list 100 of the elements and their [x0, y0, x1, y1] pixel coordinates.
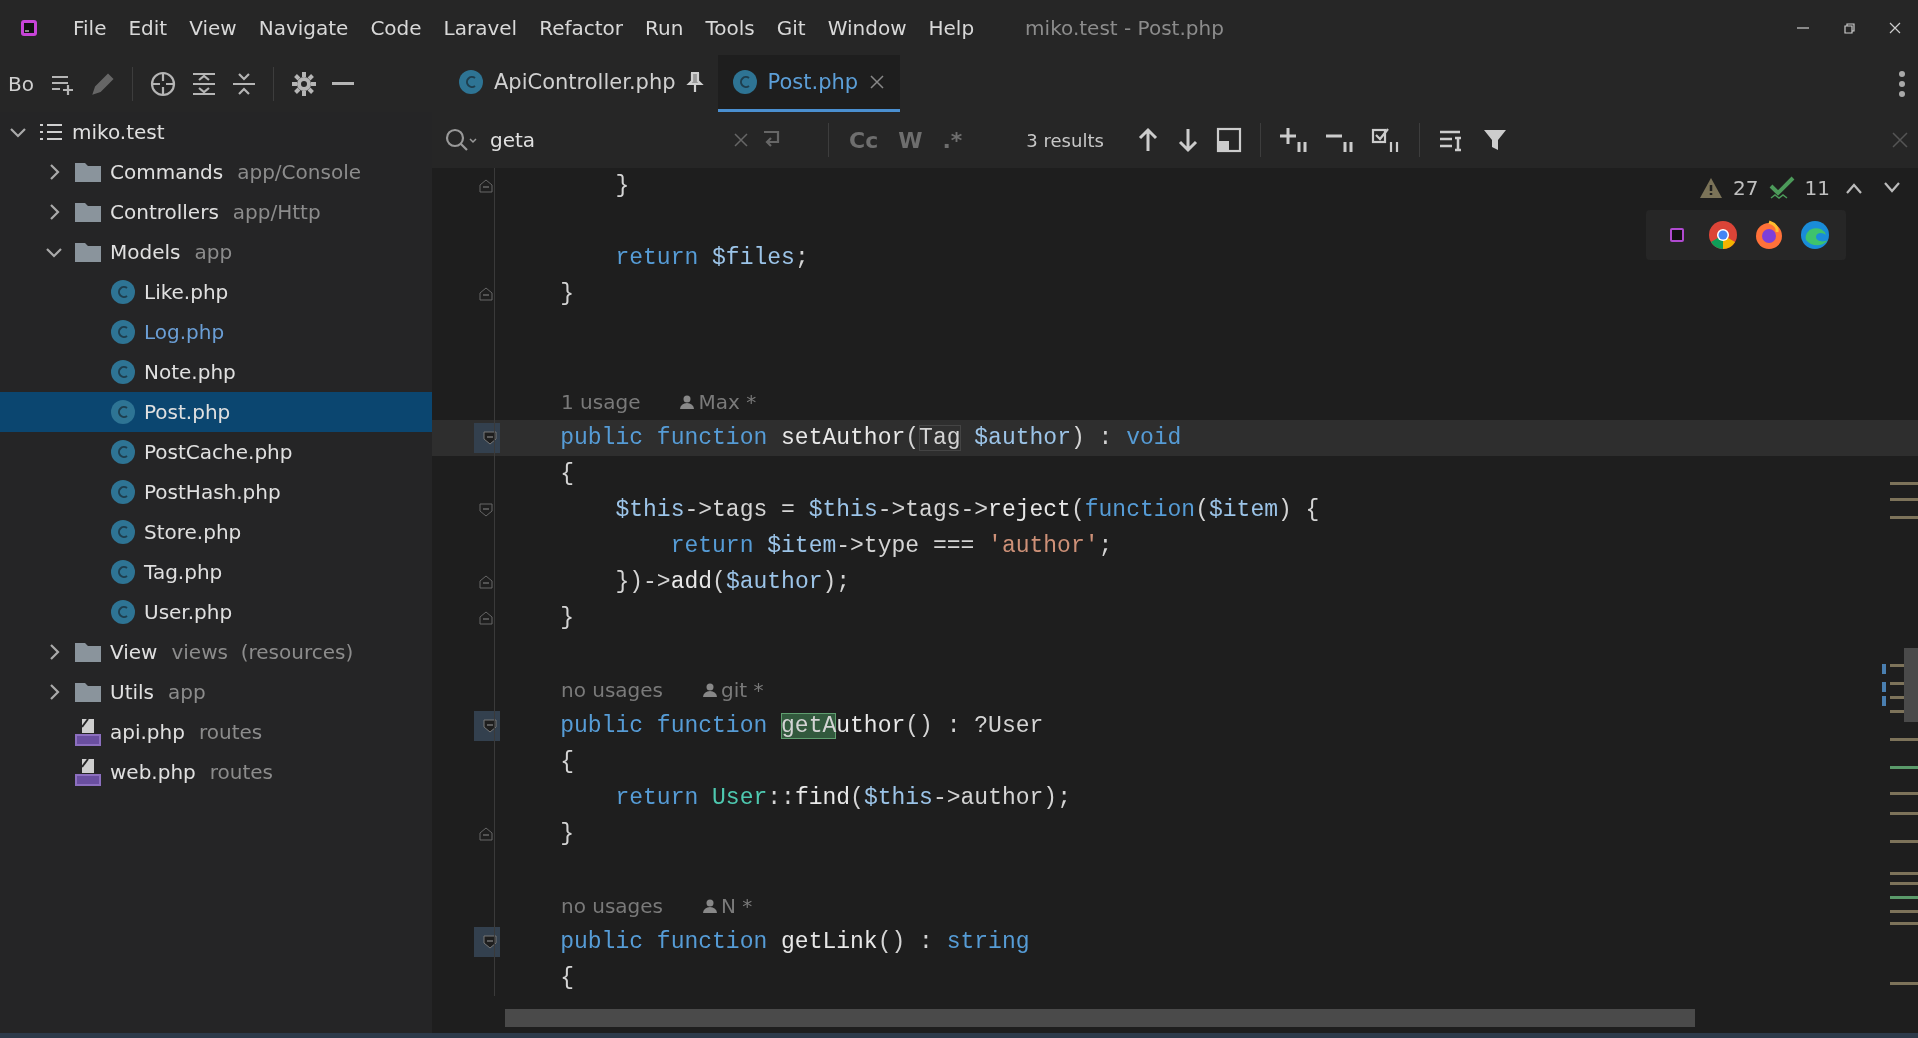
tree-item[interactable]: Controllers app/Http: [0, 192, 432, 232]
tree-item[interactable]: Log.php: [0, 312, 432, 352]
usages-hint[interactable]: no usages: [561, 678, 664, 702]
menu-item[interactable]: Window: [816, 15, 918, 40]
code-line: public function getLink() : string: [432, 924, 1918, 960]
folder-icon: [74, 681, 102, 703]
weak-warning-count[interactable]: 11: [1804, 176, 1830, 200]
restore-icon: [1842, 20, 1856, 35]
pin-icon: [685, 71, 704, 93]
browser-icon[interactable]: [1800, 220, 1830, 250]
person-icon: [680, 395, 695, 409]
scrollbar-thumb[interactable]: [1904, 648, 1918, 722]
settings-icon: [290, 69, 318, 98]
tree-item[interactable]: Models app: [0, 232, 432, 272]
expand-all-icon: [191, 70, 217, 97]
tree-item[interactable]: Like.php: [0, 272, 432, 312]
tree-item[interactable]: Utils app: [0, 672, 432, 712]
tree-item[interactable]: Commands app/Console: [0, 152, 432, 192]
class-icon: [731, 69, 758, 95]
browser-icon[interactable]: [1754, 220, 1784, 250]
file-name: PostHash.php: [144, 480, 281, 504]
code-line: })->add($author);: [432, 564, 1918, 600]
menu-item[interactable]: Refactor: [528, 15, 635, 40]
code-line: {: [432, 744, 1918, 780]
tree-item[interactable]: Note.php: [0, 352, 432, 392]
class-icon: [110, 479, 136, 505]
file-name: web.php: [110, 760, 196, 784]
folder-icon: [74, 241, 102, 263]
list-icon: [38, 121, 64, 143]
minus-icon: [332, 82, 354, 85]
path-hint: routes: [209, 760, 274, 784]
checkbox-cursor-icon: [1370, 126, 1401, 154]
menu-item[interactable]: Edit: [117, 15, 179, 40]
warning-icon: [1699, 177, 1724, 199]
code-line: }: [432, 600, 1918, 636]
path-hint: views (resources): [171, 640, 354, 664]
person-icon: [703, 683, 718, 697]
collapse-all-icon: [231, 70, 257, 97]
class-icon: [110, 279, 136, 305]
code-line: }: [432, 816, 1918, 852]
tree-item[interactable]: View views (resources): [0, 632, 432, 672]
tree-item[interactable]: User.php: [0, 592, 432, 632]
tree-item[interactable]: PostHash.php: [0, 472, 432, 512]
menu-item[interactable]: Help: [917, 15, 986, 40]
code-line: $this->tags = $this->tags->reject(function($item) {: [432, 492, 1918, 528]
menu-item[interactable]: Laravel: [432, 15, 529, 40]
class-icon: [110, 359, 136, 385]
fold-icon[interactable]: [483, 431, 497, 445]
app-logo-icon: [20, 18, 38, 37]
more-icon: [1898, 69, 1906, 98]
usages-hint[interactable]: 1 usage: [561, 390, 641, 414]
php-file-icon: [74, 717, 102, 747]
class-icon: [110, 399, 136, 425]
class-icon: [110, 559, 136, 585]
code-line: return User::find($this->author);: [432, 780, 1918, 816]
editor-tab[interactable]: ApiController.php: [444, 55, 718, 112]
tree-item[interactable]: api.php routes: [0, 712, 432, 752]
search-field[interactable]: geta: [488, 127, 722, 153]
file-name: View: [110, 640, 158, 664]
class-icon: [110, 439, 136, 465]
fold-icon[interactable]: [483, 719, 497, 733]
code-line: return $files;: [432, 240, 1918, 276]
close-icon: [1890, 130, 1910, 150]
tree-item[interactable]: web.php routes: [0, 752, 432, 792]
file-name: User.php: [144, 600, 233, 624]
menu-item[interactable]: Git: [765, 15, 817, 40]
path-hint: app/Console: [237, 160, 361, 184]
check-icon: [1768, 176, 1795, 200]
class-icon: [458, 69, 484, 95]
tree-item[interactable]: Tag.php: [0, 552, 432, 592]
close-icon: [868, 73, 887, 91]
folder-icon: [74, 161, 102, 183]
file-name: Commands: [110, 160, 224, 184]
window-icon: [1215, 127, 1242, 153]
path-hint: app: [168, 680, 206, 704]
menu-item[interactable]: File: [62, 15, 118, 40]
tree-item[interactable]: Post.php: [0, 392, 432, 432]
results-count: 3 results: [1026, 129, 1104, 151]
horizontal-scrollbar-thumb[interactable]: [505, 1009, 1695, 1027]
tree-item[interactable]: Store.php: [0, 512, 432, 552]
menu-item[interactable]: Code: [359, 15, 433, 40]
fold-icon[interactable]: [483, 935, 497, 949]
file-name: Utils: [110, 680, 154, 704]
menu-item[interactable]: Run: [634, 15, 695, 40]
tree-item[interactable]: PostCache.php: [0, 432, 432, 472]
warning-count[interactable]: 27: [1733, 176, 1759, 200]
panel-title[interactable]: Bo: [8, 71, 40, 96]
code-line: }: [432, 276, 1918, 312]
close-icon: [1888, 20, 1902, 35]
menu-item[interactable]: Tools: [694, 15, 766, 40]
menu-item[interactable]: View: [178, 15, 248, 40]
usages-hint[interactable]: no usages: [561, 894, 664, 918]
code-line: return $item->type === 'author';: [432, 528, 1918, 564]
browser-icon[interactable]: [1708, 220, 1738, 250]
tree-item[interactable]: miko.test: [0, 112, 432, 152]
author-hint: git *: [703, 678, 764, 702]
class-icon: [110, 319, 136, 345]
file-name: Note.php: [144, 360, 236, 384]
menu-item[interactable]: Navigate: [247, 15, 360, 40]
editor-tab[interactable]: Post.php: [717, 55, 901, 112]
